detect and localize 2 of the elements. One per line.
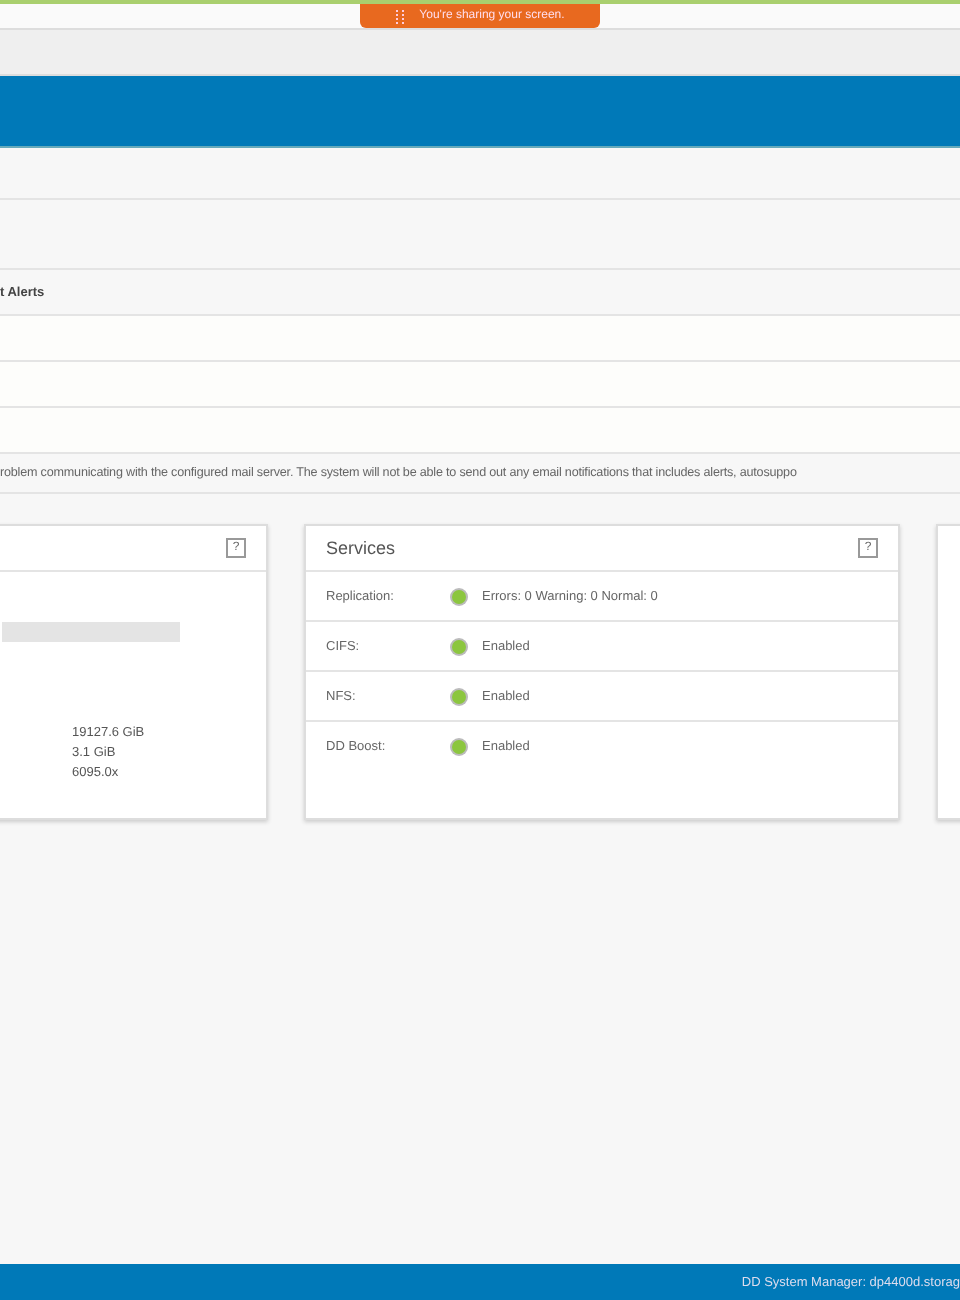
grip-icon[interactable] [395, 9, 404, 23]
card-title: Services [326, 538, 396, 558]
